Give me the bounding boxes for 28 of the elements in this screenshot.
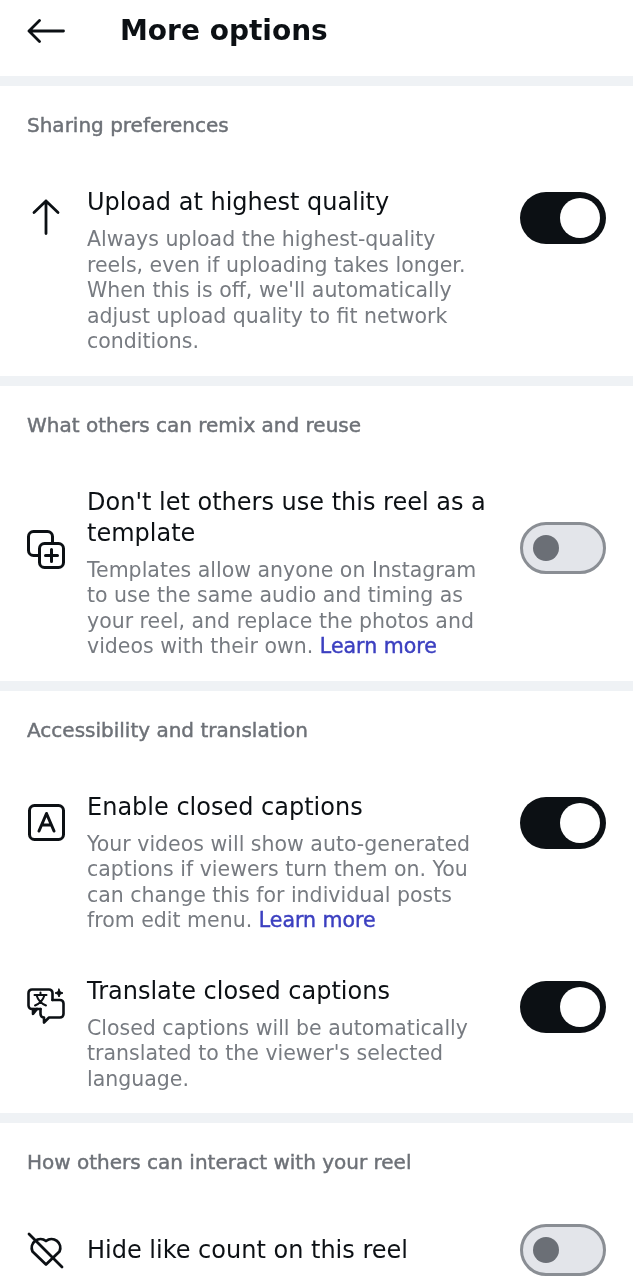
setting-title: Translate closed captions	[87, 975, 390, 1007]
heart-slash-icon	[27, 1231, 65, 1269]
toggle-switch[interactable]	[520, 796, 606, 849]
toggle-switch[interactable]	[520, 521, 606, 574]
section-heading: Sharing preferences	[27, 113, 229, 137]
section-heading: How others can interact with your reel	[27, 1150, 412, 1174]
section-heading: What others can remix and reuse	[27, 412, 362, 437]
toggle-switch[interactable]	[520, 980, 606, 1033]
learn-more-link[interactable]: Learn more	[258, 908, 376, 932]
learn-more-link[interactable]: Learn more	[319, 634, 437, 658]
back-button[interactable]	[27, 19, 65, 43]
translate-bubbles-icon	[27, 987, 65, 1025]
setting-description: Closed captions will be automatically translated to the viewer's selected language.	[87, 1015, 469, 1092]
back-arrow-icon	[27, 19, 65, 43]
setting-title: Enable closed captions	[87, 791, 363, 823]
setting-title: Hide like count on this reel	[87, 1234, 408, 1266]
setting-description: Always upload the highest-quality reels, even if uploading takes longer. When this is off, we'll automatically adjust upload quality to fit network conditions.	[87, 227, 467, 355]
setting-title: Don't let others use this reel as a template	[87, 486, 487, 549]
section-heading: Accessibility and translation	[27, 717, 308, 742]
letter-box-icon	[27, 803, 65, 841]
setting-description: Templates allow anyone on Instagram to use the same audio and timing as your reel, and replace the photos and videos with their own. Learn more	[87, 557, 478, 660]
setting-description: Your videos will show auto-generated captions if viewers turn them on. You can change this for individual posts from edit menu. Learn more	[87, 831, 472, 934]
toggle-switch[interactable]	[520, 1224, 606, 1276]
stacked-squares-plus-icon	[27, 529, 65, 569]
page-title: More options	[120, 14, 328, 48]
toggle-switch[interactable]	[520, 192, 606, 244]
setting-title: Upload at highest quality	[87, 187, 390, 218]
up-arrow-icon	[32, 199, 60, 235]
